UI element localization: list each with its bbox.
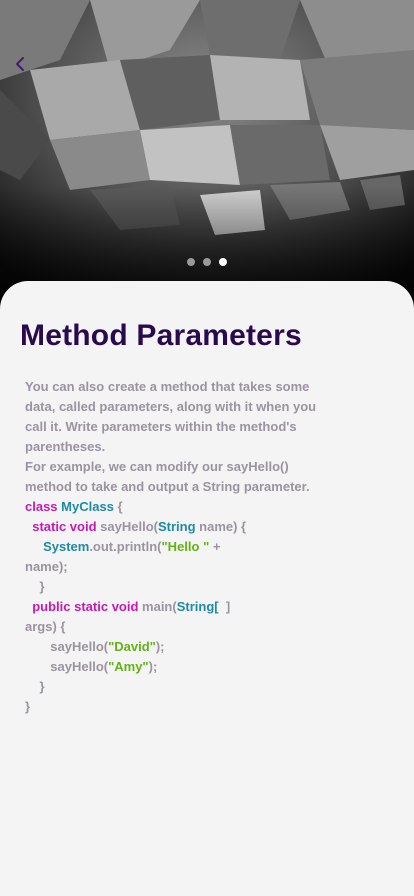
hero-image — [0, 0, 414, 310]
code-token: args) { — [25, 619, 66, 634]
paragraph-line: You can also create a method that takes … — [25, 379, 310, 394]
code-token: main( — [142, 599, 177, 614]
code-token: } — [25, 679, 45, 694]
code-token: .out.println( — [89, 539, 162, 554]
code-sample: class MyClass { static void sayHello(Str… — [25, 497, 295, 717]
code-token: + — [209, 539, 221, 554]
code-token: System — [43, 539, 90, 554]
code-token: ); — [155, 639, 165, 654]
code-line: sayHello("Amy"); — [25, 657, 295, 677]
code-line: } — [25, 697, 295, 717]
paragraph-line: For example, we can modify our sayHello(… — [25, 459, 289, 474]
code-token: public static void — [32, 599, 143, 614]
code-line: args) { — [25, 617, 295, 637]
lesson-body: You can also create a method that takes … — [25, 377, 317, 717]
code-token: } — [25, 579, 45, 594]
code-line: static void sayHello(String name) { — [25, 517, 295, 537]
code-line: class MyClass { — [25, 497, 295, 517]
code-token: ); — [148, 659, 158, 674]
code-token: MyClass — [61, 499, 114, 514]
back-button[interactable] — [14, 56, 38, 80]
code-token: static void — [32, 519, 101, 534]
code-token: name) { — [195, 519, 247, 534]
code-line: System.out.println("Hello " + — [25, 537, 295, 557]
lesson-title: Method Parameters — [20, 319, 302, 352]
chevron-left-icon — [16, 57, 24, 71]
code-token: sayHello( — [100, 519, 158, 534]
code-token: ] — [218, 599, 231, 614]
code-line: public static void main(String[ ] — [25, 597, 295, 617]
code-line: } — [25, 577, 295, 597]
code-line: name); — [25, 557, 295, 577]
paragraph-line: parentheses. — [25, 439, 106, 454]
code-token: String[ — [176, 599, 219, 614]
code-token: } — [25, 699, 31, 714]
paragraph-line: data, called parameters, along with it w… — [25, 399, 317, 414]
code-token: sayHello( — [25, 639, 109, 654]
carousel-dot[interactable] — [203, 258, 211, 266]
code-token: "David" — [108, 639, 156, 654]
code-line: } — [25, 677, 295, 697]
code-line: sayHello("David"); — [25, 637, 295, 657]
code-token: "Amy" — [108, 659, 149, 674]
code-token: String — [157, 519, 196, 534]
code-token: class — [25, 499, 62, 514]
code-token: name); — [25, 559, 68, 574]
code-token: { — [113, 499, 123, 514]
code-token: "Hello " — [161, 539, 210, 554]
carousel-indicator — [0, 258, 414, 266]
carousel-dot-active[interactable] — [219, 258, 227, 266]
carousel-dot[interactable] — [187, 258, 195, 266]
code-token: sayHello( — [25, 659, 109, 674]
paragraph-line: method to take and output a String param… — [25, 479, 310, 494]
paragraph-line: call it. Write parameters within the met… — [25, 419, 297, 434]
